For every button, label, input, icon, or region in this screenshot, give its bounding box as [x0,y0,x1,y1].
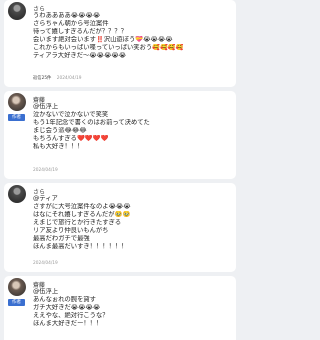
reply-count-link[interactable]: 返信25件 [33,76,51,81]
comment-line: えまじで旅行とか行きたすぎる [33,219,122,226]
comment-line: はなにそれ嬉しすぎるんだが🥹🥹 [33,211,131,218]
comment-footer: 2024/04/19 [33,168,58,173]
comment-feed: さら うわああああ😭😭😭😭 さらちゃん朝から号泣案件 待って嬉しすぎるんだが？？… [0,0,240,340]
comment-line: リア友より仲良いもんがち [33,227,109,234]
comment-card: 齋藤 作者 @伍浮上 あんなぉれの腕を貸す ガチ大好きだ😭😭😭😭 ええやな、絶対… [4,276,236,340]
comment-line: ええやな、絶対行こうな？ [33,312,109,319]
comment-line: 私も大好き！！！ [33,143,84,150]
comment-body: @伍浮上 あんなぉれの腕を貸す ガチ大好きだ😭😭😭😭 ええやな、絶対行こうな？ … [33,288,231,328]
avatar[interactable] [8,185,26,203]
comment-line: @伍浮上 [33,288,59,295]
comment-line: 待って嬉しすぎるんだが？？？？ [33,28,128,35]
avatar[interactable] [8,2,26,20]
comment-line: さらちゃん朝から号泣案件 [33,20,109,27]
comment-card: さら @ティア さすがに大号泣案件なのよ😭😭😭 はなにそれ嬉しすぎるんだが🥹🥹 … [4,183,236,272]
avatar[interactable] [8,278,26,296]
comment-line: 最高だわガチで最強 [33,235,90,242]
comment-date: 2024/04/19 [33,261,58,266]
comment-line: ほんま大好きだー！！！ [33,320,103,327]
comment-line: ガチ大好きだ😭😭😭😭 [33,304,101,311]
comment-line: あんなぉれの腕を貸す [33,296,96,303]
comment-line: これからもいっぱい喋っていっぱい笑おう🥰🥰🥰🥰 [33,44,184,51]
comment-line: まじ会う派😂😂😂 [33,127,87,134]
author-badge: 作者 [8,114,25,121]
avatar[interactable] [8,93,26,111]
author-badge: 作者 [8,299,25,306]
comment-card: さら うわああああ😭😭😭😭 さらちゃん朝から号泣案件 待って嬉しすぎるんだが？？… [4,0,236,87]
comment-footer: 2024/04/19 [33,261,58,266]
comment-line: 会います絶対会います‼️沢山遊ぼう💝😭😭😭😭 [33,36,173,43]
comment-body: うわああああ😭😭😭😭 さらちゃん朝から号泣案件 待って嬉しすぎるんだが？？？？ … [33,12,231,60]
comment-line: もちろんすぎる❤️❤️❤️❤️ [33,135,109,142]
comment-line: @伍浮上 [33,103,59,110]
comment-date: 2024/04/19 [56,76,82,81]
comment-line: ティアラ大好きだ〜😭😭😭😭😭 [33,52,127,59]
comment-body: @ティア さすがに大号泣案件なのよ😭😭😭 はなにそれ嬉しすぎるんだが🥹🥹 えまじ… [33,195,231,251]
comment-date: 2024/04/19 [33,168,58,173]
comment-line: もう1年記念で書くのはお前って決めてた [33,119,150,126]
comment-footer: 返信25件 2024/04/19 [33,75,82,81]
comment-line: @ティア [33,195,58,202]
comment-card: 齋藤 作者 @伍浮上 泣かないで泣かないで笑笑 もう1年記念で書くのはお前って決… [4,91,236,179]
comment-body: @伍浮上 泣かないで泣かないで笑笑 もう1年記念で書くのはお前って決めてた まじ… [33,103,231,151]
comment-line: 泣かないで泣かないで笑笑 [33,111,109,118]
comment-line: さすがに大号泣案件なのよ😭😭😭 [33,203,131,210]
comment-line: ほんま最高だいすき！！！！！！ [33,243,128,250]
comment-line: うわああああ😭😭😭😭 [33,12,101,19]
